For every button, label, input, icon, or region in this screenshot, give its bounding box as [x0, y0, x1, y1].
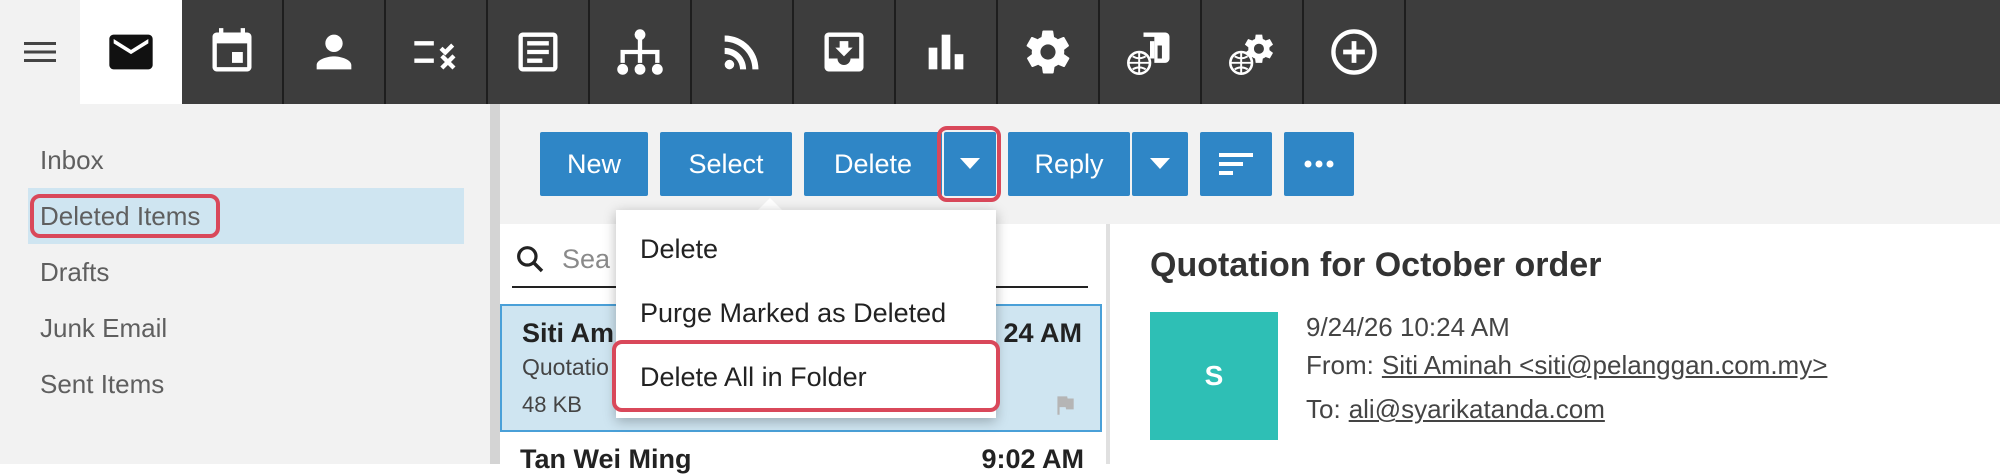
folder-label: Junk Email	[40, 312, 168, 343]
reply-button[interactable]: Reply	[1008, 132, 1130, 196]
search-icon	[517, 246, 544, 273]
new-button[interactable]: New	[540, 132, 648, 196]
app-tab-calendar[interactable]	[182, 0, 284, 104]
app-tab-web-report[interactable]	[1100, 0, 1202, 104]
search-placeholder: Sea	[562, 243, 611, 274]
message-time: 9:02 AM	[981, 444, 1084, 474]
settings-icon	[1026, 30, 1070, 74]
web-settings-icon	[1229, 34, 1274, 75]
app-tab-add[interactable]	[1304, 0, 1406, 104]
app-tab-settings[interactable]	[998, 0, 1100, 104]
sort-icon	[1219, 153, 1253, 175]
flag-icon[interactable]	[1052, 392, 1078, 418]
message-time: 24 AM	[1003, 318, 1082, 348]
highlight-deleted-items	[30, 194, 220, 238]
highlight-delete-dropdown	[937, 126, 1001, 202]
app-tab-web-settings[interactable]	[1202, 0, 1304, 104]
sidebar-splitter[interactable]	[490, 104, 500, 464]
mail-icon	[109, 34, 153, 70]
app-tab-notes[interactable]	[488, 0, 590, 104]
app-tab-tasks[interactable]	[386, 0, 488, 104]
avatar-initial: S	[1204, 360, 1224, 391]
more-horizontal-icon	[1304, 160, 1334, 168]
message-item[interactable]: Tan Wei Ming 9:02 AM	[500, 434, 1102, 474]
from-line: From: Siti Aminah <siti@pelanggan.com.my>	[1306, 350, 1827, 381]
add-circle-icon	[1331, 29, 1377, 75]
calendar-icon	[212, 28, 252, 72]
menu-item-delete[interactable]: Delete	[640, 234, 718, 265]
folder-junk-email[interactable]: Junk Email	[28, 300, 464, 356]
message-sender: Tan Wei Ming	[520, 444, 692, 474]
app-tab-org-chart[interactable]	[590, 0, 692, 104]
folder-inbox[interactable]: Inbox	[28, 132, 464, 188]
app-tab-contacts[interactable]	[284, 0, 386, 104]
message-sender: Siti Am	[522, 318, 615, 348]
message-subject: Quotatio	[522, 354, 609, 380]
app-tab-mail[interactable]	[80, 0, 182, 104]
to-address-link[interactable]: ali@syarikatanda.com	[1349, 394, 1605, 424]
tasks-icon	[414, 41, 456, 70]
to-line: To: ali@syarikatanda.com	[1306, 394, 1605, 425]
folder-drafts[interactable]: Drafts	[28, 244, 464, 300]
highlight-delete-all	[612, 340, 1000, 412]
org-chart-icon	[617, 29, 663, 75]
message-title: Quotation for October order	[1150, 246, 1602, 284]
hamburger-menu-button[interactable]	[0, 0, 80, 104]
folder-sent-items[interactable]: Sent Items	[28, 356, 464, 412]
from-address-link[interactable]: Siti Aminah <siti@pelanggan.com.my>	[1382, 350, 1828, 380]
folder-label: Drafts	[40, 256, 110, 287]
contacts-icon	[316, 34, 352, 70]
message-size: 48 KB	[522, 392, 582, 417]
bar-chart-icon	[928, 34, 964, 70]
app-tab-inbox-download[interactable]	[794, 0, 896, 104]
message-datetime: 9/24/26 10:24 AM	[1306, 312, 1510, 342]
reply-dropdown-button[interactable]	[1132, 132, 1188, 196]
to-label: To:	[1306, 394, 1341, 424]
app-tab-reports[interactable]	[896, 0, 998, 104]
reply-button-label: Reply	[1034, 148, 1104, 179]
caret-down-icon	[1150, 158, 1170, 169]
delete-button[interactable]: Delete	[804, 132, 942, 196]
select-button[interactable]: Select	[660, 132, 792, 196]
menu-item-purge-marked[interactable]: Purge Marked as Deleted	[640, 298, 946, 329]
app-bar	[0, 0, 2000, 104]
inbox-download-icon	[824, 32, 864, 72]
rss-icon	[724, 35, 759, 70]
web-report-icon	[1127, 32, 1170, 75]
new-button-label: New	[566, 148, 621, 179]
select-button-label: Select	[688, 148, 764, 179]
delete-button-label: Delete	[833, 148, 913, 179]
notes-icon	[518, 32, 558, 72]
hamburger-icon	[24, 42, 56, 62]
more-options-button[interactable]	[1284, 132, 1354, 196]
avatar: S	[1150, 312, 1278, 440]
folder-label: Inbox	[40, 144, 104, 175]
app-tab-rss[interactable]	[692, 0, 794, 104]
folder-label: Sent Items	[40, 368, 165, 399]
from-label: From:	[1306, 350, 1374, 380]
sort-button[interactable]	[1200, 132, 1272, 196]
